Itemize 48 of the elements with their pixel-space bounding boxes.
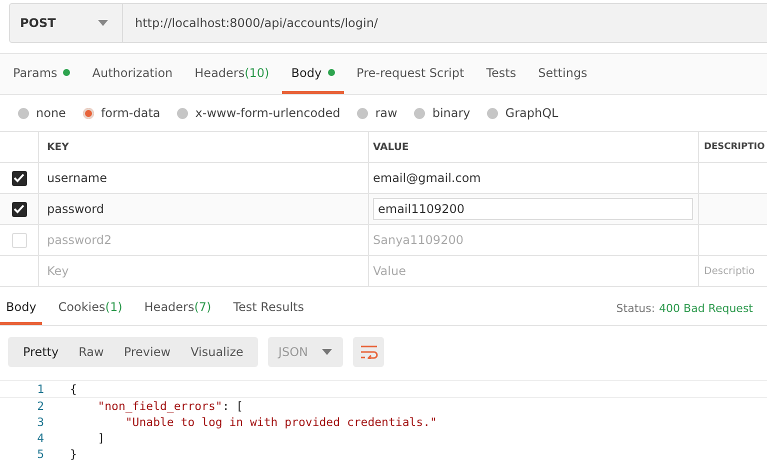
code-line: ] [96,431,105,445]
key-cell[interactable]: username [47,171,107,185]
body-type-radio[interactable]: none [18,106,66,120]
wrap-icon [360,345,378,359]
body-type-radio[interactable]: form-data [82,106,160,120]
view-tab[interactable]: Pretty [13,337,69,367]
response-tab[interactable]: Cookies(1) [52,292,128,325]
column-header: KEY [47,142,69,152]
response-tab[interactable]: Body [0,292,42,325]
body-type-radio[interactable]: x-www-form-urlencoded [177,106,340,120]
key-cell[interactable]: password [47,202,104,216]
request-tab[interactable]: Headers(10) [186,54,278,94]
column-header: VALUE [373,142,409,152]
code-line: } [70,447,77,461]
response-tab[interactable]: Headers(7) [138,292,218,325]
code-line: { [70,382,77,396]
code-line: "Unable to log in with provided credentials." [124,415,437,429]
status-label: Status: [616,302,656,315]
line-number: 4 [36,431,44,445]
code-line: "non_field_errors": [ [96,399,244,413]
status-text: 400 Bad Request [659,302,753,315]
row-checkbox[interactable] [12,170,26,186]
body-type-radio[interactable]: binary [414,106,470,120]
value-field[interactable]: email1109200 [373,198,693,220]
view-tab[interactable]: Raw [68,337,114,367]
view-tab[interactable]: Visualize [180,337,254,367]
line-number: 2 [36,399,44,413]
response-tab[interactable]: Test Results [227,292,310,325]
request-tab[interactable]: Params [4,54,80,94]
body-type-radio[interactable]: GraphQL [487,106,558,120]
request-tab[interactable]: Pre-request Script [348,54,474,94]
body-type-radio[interactable]: raw [357,106,398,120]
url-field[interactable]: http://localhost:8000/api/accounts/login/ [123,3,767,43]
line-number: 3 [36,415,44,429]
request-tab[interactable]: Authorization [83,54,182,94]
caret-icon [322,349,332,355]
request-tab[interactable]: Settings [529,54,596,94]
caret-icon [98,20,108,26]
line-number: 5 [36,447,44,461]
column-header: DESCRIPTIO [704,142,765,152]
view-tab[interactable]: Preview [114,337,181,367]
method-dropdown[interactable]: POST [9,3,123,43]
wrap-lines-button[interactable] [353,337,384,367]
request-tab[interactable]: Tests [477,54,526,94]
value-cell[interactable]: email@gmail.com [373,171,481,185]
request-tab[interactable]: Body [282,54,344,94]
row-checkbox[interactable] [12,202,26,216]
line-number: 1 [36,382,44,396]
